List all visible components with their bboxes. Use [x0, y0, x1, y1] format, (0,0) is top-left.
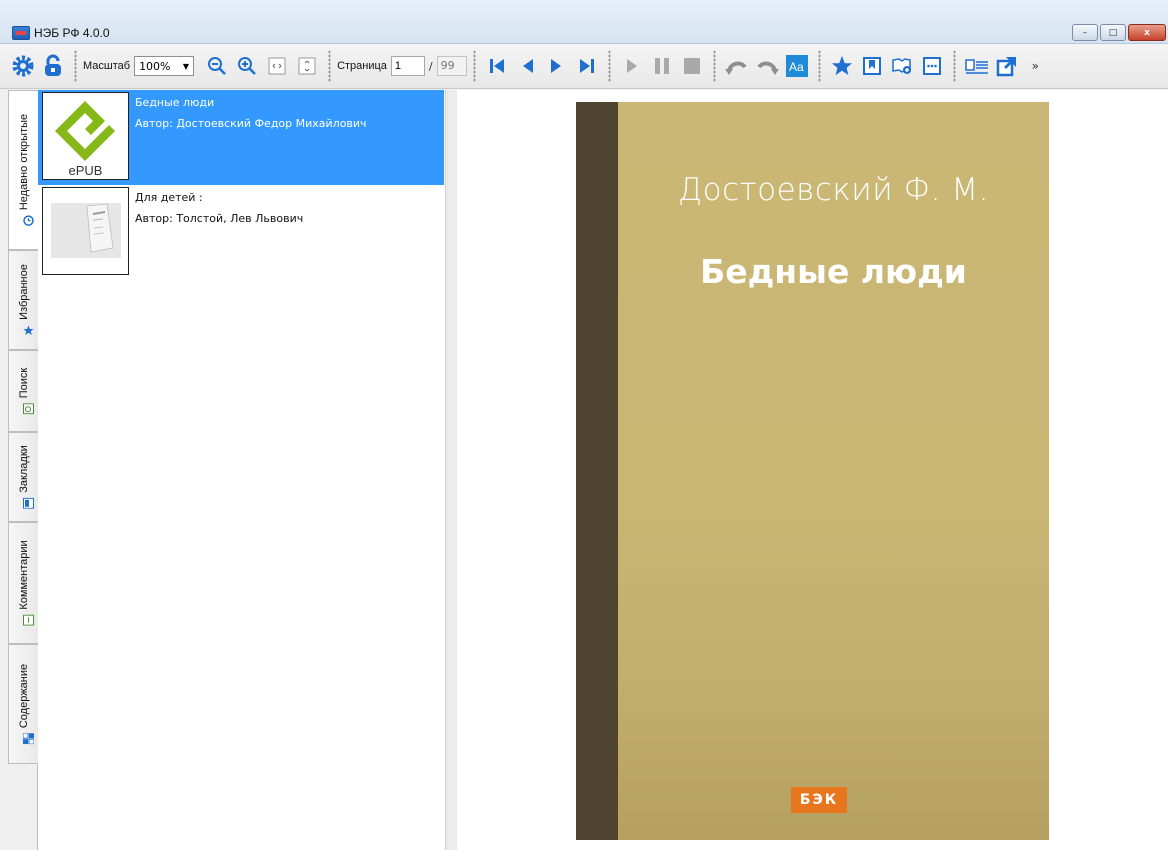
cover-title: Бедные люди [700, 252, 967, 291]
play-icon[interactable] [620, 54, 644, 78]
tab-recent[interactable]: Недавно открытые [8, 90, 39, 250]
book-thumbnail [42, 187, 129, 275]
tab-search[interactable]: Поиск [8, 350, 38, 432]
toolbar-separator [817, 50, 821, 82]
close-button[interactable]: x [1128, 24, 1166, 41]
stop-icon[interactable] [680, 54, 704, 78]
page-separator: / [428, 59, 433, 73]
maximize-button[interactable]: □ [1100, 24, 1126, 41]
svg-text:Aa: Aa [789, 60, 804, 74]
book-author: Автор: Достоевский Федор Михайлович [135, 117, 367, 130]
tab-label: Содержание [17, 663, 30, 729]
publisher-badge: БЭК [791, 787, 847, 813]
tab-label: Поиск [17, 367, 30, 399]
toolbar-separator [74, 50, 77, 82]
book-cover-image [51, 203, 121, 258]
cover-spine [576, 102, 618, 840]
external-window-icon[interactable] [995, 54, 1019, 78]
favorite-star-icon[interactable] [830, 54, 854, 78]
settings-gear-icon[interactable] [11, 54, 35, 78]
window-title: НЭБ РФ 4.0.0 [34, 26, 110, 40]
undo-icon[interactable] [724, 54, 749, 78]
window-controls: – □ x [1072, 24, 1166, 41]
book-title: Для детей : [135, 191, 203, 204]
tab-bookmarks[interactable]: Закладки [8, 432, 38, 522]
book-author: Автор: Толстой, Лев Львович [135, 212, 304, 225]
cover-author: Достоевский Ф. М. [678, 172, 989, 208]
redo-icon[interactable] [755, 54, 779, 78]
list-item[interactable]: Для детей : Автор: Толстой, Лев Львович [38, 185, 444, 280]
page-total: 99 [436, 56, 467, 76]
tab-favorites[interactable]: Избранное [8, 250, 38, 350]
zoom-label: Масштаб [83, 60, 131, 72]
toolbar-separator [472, 50, 476, 82]
page-number-input[interactable] [390, 56, 425, 76]
bookmark-icon [18, 497, 33, 509]
font-settings-icon[interactable]: Aa [785, 54, 809, 78]
star-icon [18, 325, 33, 336]
first-page-icon[interactable] [485, 54, 509, 78]
tab-contents[interactable]: Содержание [8, 644, 38, 764]
last-page-icon[interactable] [575, 54, 599, 78]
side-tab-bar: Недавно открытые Избранное Поиск Закладк… [8, 90, 39, 850]
main-toolbar: Масштаб 100% ▼ Страница / 99 [0, 44, 1168, 89]
book-cover: Достоевский Ф. М. Бедные люди БЭК [576, 102, 1049, 840]
recent-books-list: ePUB Бедные люди Автор: Достоевский Федо… [38, 90, 446, 850]
title-bar: НЭБ РФ 4.0.0 – □ x [0, 0, 1168, 44]
fit-height-icon[interactable] [295, 54, 319, 78]
tab-comments[interactable]: Комментарии [8, 522, 38, 644]
zoom-in-icon[interactable] [235, 54, 259, 78]
contents-icon [18, 732, 34, 745]
toolbar-overflow-button[interactable]: » [1032, 59, 1039, 73]
comment-icon [18, 614, 33, 626]
next-page-icon[interactable] [545, 54, 569, 78]
add-book-icon[interactable] [890, 54, 914, 78]
list-item[interactable]: ePUB Бедные люди Автор: Достоевский Федо… [38, 90, 444, 185]
clock-icon [19, 215, 34, 226]
minimize-button[interactable]: – [1072, 24, 1098, 41]
toolbar-separator [328, 50, 332, 82]
reader-viewport[interactable]: Достоевский Ф. М. Бедные люди БЭК [447, 90, 1168, 850]
zoom-value: 100% [139, 59, 171, 73]
pause-icon[interactable] [650, 54, 674, 78]
zoom-out-icon[interactable] [205, 54, 229, 78]
panel-splitter[interactable] [448, 90, 457, 850]
toolbar-separator [952, 50, 956, 82]
zoom-select[interactable]: 100% ▼ [134, 56, 195, 76]
layout-toggle-icon[interactable] [964, 54, 989, 78]
toolbar-separator [712, 50, 716, 82]
epub-label: ePUB [68, 163, 103, 178]
tab-label: Закладки [17, 445, 30, 493]
page-label: Страница [337, 60, 387, 72]
book-title: Бедные люди [135, 96, 215, 109]
epub-thumbnail: ePUB [42, 92, 129, 180]
previous-page-icon[interactable] [515, 54, 539, 78]
app-logo-icon [12, 26, 30, 40]
tab-label: Недавно открытые [18, 113, 30, 211]
chevron-down-icon: ▼ [182, 61, 190, 71]
fit-width-icon[interactable] [265, 54, 289, 78]
tab-label: Избранное [17, 264, 30, 320]
title-area: НЭБ РФ 4.0.0 [0, 22, 110, 44]
comment-icon[interactable] [920, 54, 944, 78]
tab-label: Комментарии [17, 540, 30, 610]
bookmark-icon[interactable] [860, 54, 884, 78]
app-window: НЭБ РФ 4.0.0 – □ x Масштаб 100% ▼ Страни… [0, 0, 1168, 850]
unlock-icon[interactable] [41, 54, 65, 78]
toolbar-separator [607, 50, 611, 82]
search-icon [18, 403, 33, 415]
